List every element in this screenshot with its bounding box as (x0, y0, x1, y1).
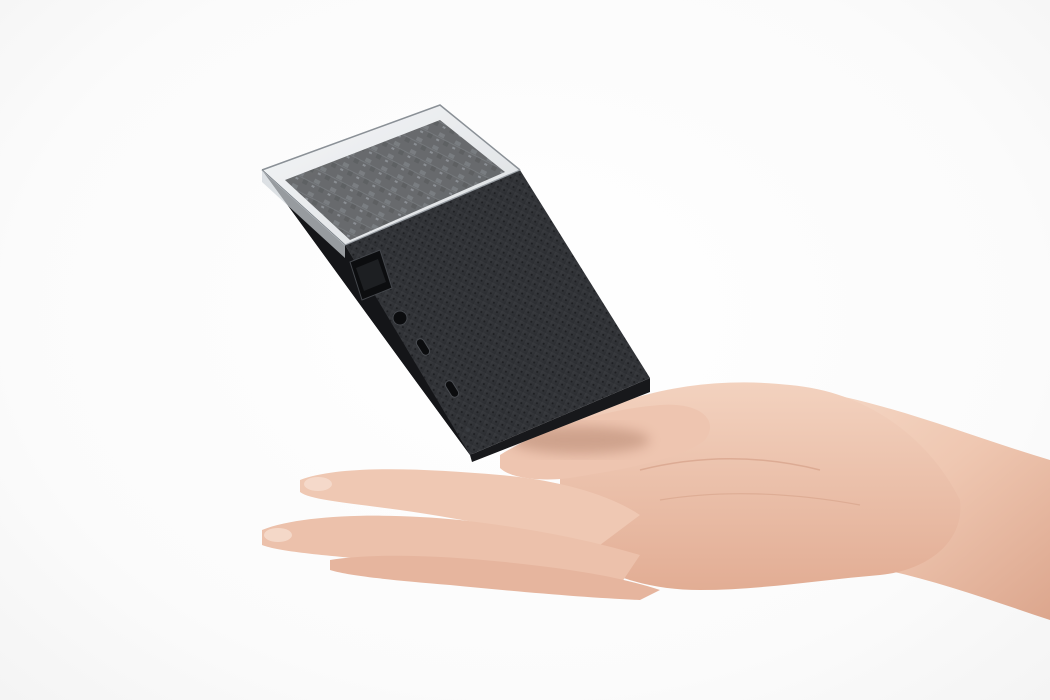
product-photo (0, 0, 1050, 700)
photo-canvas (261, 104, 1050, 620)
hand (262, 382, 1050, 620)
audio-jack (392, 310, 408, 326)
status-led (466, 428, 470, 432)
mini-pc-device (261, 104, 650, 462)
